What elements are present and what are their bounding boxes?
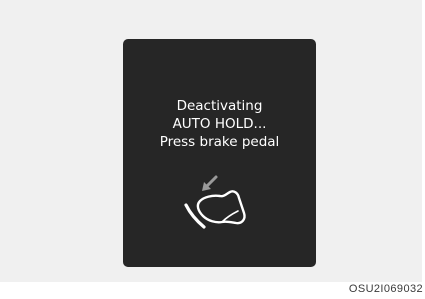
brake-pedal-icon bbox=[184, 203, 206, 229]
press-arrow-icon bbox=[202, 175, 218, 191]
illustration-frame: Deactivating AUTO HOLD... Press brake pe… bbox=[0, 0, 422, 282]
popup-message: Deactivating AUTO HOLD... Press brake pe… bbox=[123, 97, 316, 151]
shoe-icon bbox=[196, 190, 246, 225]
cluster-display-popup: Deactivating AUTO HOLD... Press brake pe… bbox=[123, 39, 316, 267]
message-line-3: Press brake pedal bbox=[159, 134, 280, 150]
message-line-1: Deactivating bbox=[176, 98, 263, 114]
figure-code: OSU2I069032 bbox=[348, 283, 423, 295]
message-line-2: AUTO HOLD... bbox=[172, 116, 267, 132]
foot-pressing-brake-pedal-icon bbox=[184, 175, 246, 229]
